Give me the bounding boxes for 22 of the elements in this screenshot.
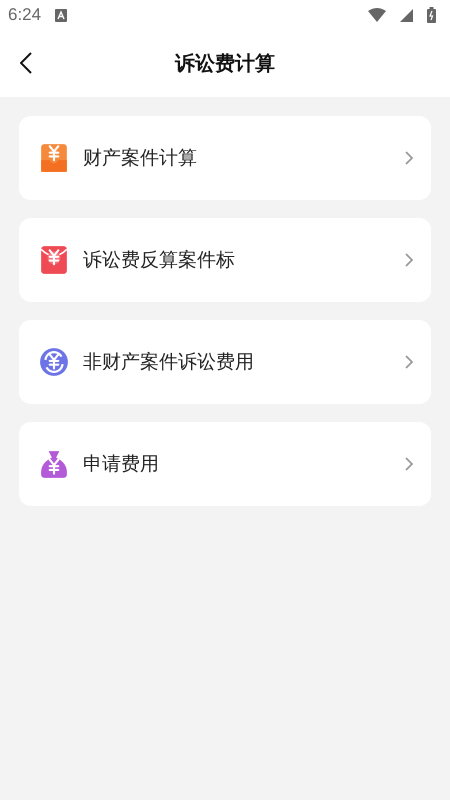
chevron-icon: [405, 457, 413, 471]
notification-icon: [55, 8, 68, 22]
battery-icon: [427, 7, 436, 23]
money-bag-icon: [39, 449, 69, 479]
page-title: 诉讼费计算: [175, 50, 275, 77]
menu-label: 申请费用: [83, 452, 160, 477]
tray-icon: [39, 143, 69, 173]
signal-icon: [400, 8, 413, 22]
menu-card[interactable]: 财产案件计算: [19, 116, 431, 200]
exchange-icon: [39, 347, 69, 377]
envelope-icon: [39, 245, 69, 275]
wifi-icon: [368, 8, 386, 22]
menu-label: 财产案件计算: [83, 146, 198, 171]
chevron-icon: [405, 253, 413, 267]
chevron-icon: [405, 151, 413, 165]
menu-label: 非财产案件诉讼费用: [83, 350, 255, 375]
status-time: 6:24: [8, 5, 42, 25]
menu-card[interactable]: 申请费用: [19, 422, 431, 506]
menu-card[interactable]: 诉讼费反算案件标: [19, 218, 431, 302]
menu-label: 诉讼费反算案件标: [83, 248, 236, 273]
menu-card[interactable]: 非财产案件诉讼费用: [19, 320, 431, 404]
chevron-icon: [405, 355, 413, 369]
